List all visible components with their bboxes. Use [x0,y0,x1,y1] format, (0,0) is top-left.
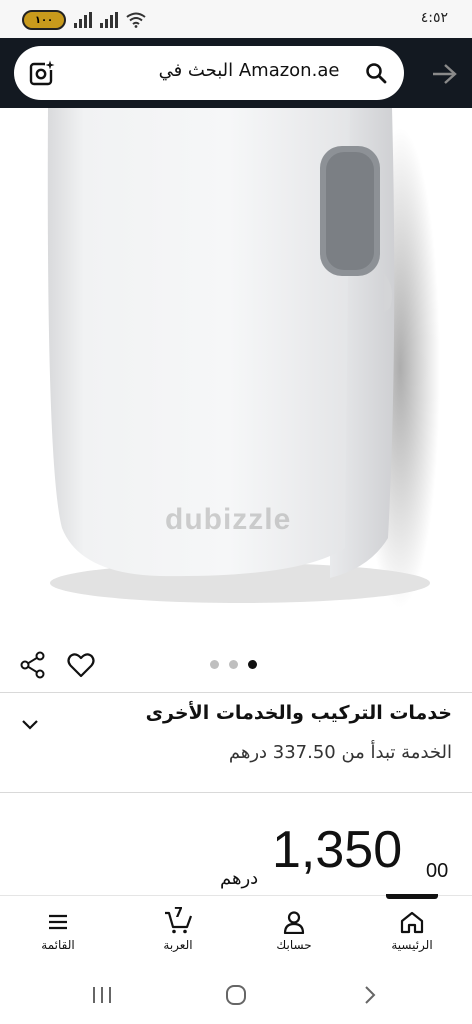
home-icon [400,911,424,934]
nav-account[interactable]: حسابك [254,910,334,952]
product-image[interactable]: dubizzle [0,108,472,628]
carousel-dot[interactable] [210,660,219,669]
services-title: خدمات التركيب والخدمات الأخرى [145,702,452,724]
nav-home-label: الرئيسية [391,938,433,952]
price-whole: 1,350 [272,821,403,879]
chevron-down-icon[interactable] [18,712,42,736]
recent-apps-icon[interactable] [90,985,114,1005]
divider [0,692,472,693]
search-header: البحث في Amazon.ae [0,38,472,108]
price-currency: درهم [220,868,259,889]
status-bar: ١٠٠ ٤:٥٢ [0,0,472,38]
back-button-icon[interactable] [360,985,380,1005]
product-price: درهم 1,350 00 [0,820,472,900]
nav-menu-label: القائمة [41,938,75,952]
services-subtitle: الخدمة تبدأ من 337.50 درهم [228,742,452,763]
installation-services-section[interactable]: خدمات التركيب والخدمات الأخرى الخدمة تبد… [0,700,472,766]
account-icon [283,911,305,934]
battery-icon: ١٠٠ [22,10,66,30]
air-conditioner-illustration [47,108,440,608]
nav-home[interactable]: الرئيسية [372,910,452,952]
status-clock: ٤:٥٢ [420,10,448,26]
cart-count-badge: 7 [174,906,184,921]
wishlist-heart-icon[interactable] [66,650,96,680]
divider [0,792,472,793]
home-button-icon[interactable] [224,983,248,1007]
battery-level: ١٠٠ [34,14,54,26]
search-icon[interactable] [364,61,388,85]
carousel-dot-active[interactable] [248,660,257,669]
signal-icon [74,12,92,28]
back-arrow-icon[interactable] [430,60,458,88]
nav-account-label: حسابك [276,938,312,952]
bottom-navigation: الرئيسية حسابك 7 العربة القائمة [0,894,472,965]
amazon-product-page: ١٠٠ ٤:٥٢ البحث في Amazon.ae dubizzle خدم… [0,0,472,1024]
cart-icon-wrap: 7 [163,906,193,934]
search-box[interactable]: البحث في Amazon.ae [14,46,404,100]
carousel-indicator [210,660,257,669]
product-actions [0,640,472,692]
search-input[interactable]: البحث في Amazon.ae [129,60,369,81]
menu-icon [49,914,67,930]
watermark-text: dubizzle [165,503,292,536]
price-fraction: 00 [426,860,449,882]
camera-search-icon[interactable] [28,59,56,87]
nav-cart[interactable]: 7 العربة [138,906,218,952]
carousel-dot[interactable] [229,660,238,669]
status-indicators: ١٠٠ [22,10,146,30]
share-icon[interactable] [18,650,48,680]
nav-cart-label: العربة [163,938,193,952]
system-navigation [0,965,472,1024]
active-tab-indicator [386,894,438,899]
nav-menu[interactable]: القائمة [18,910,98,952]
signal-icon-2 [100,12,118,28]
wifi-icon [126,12,146,28]
